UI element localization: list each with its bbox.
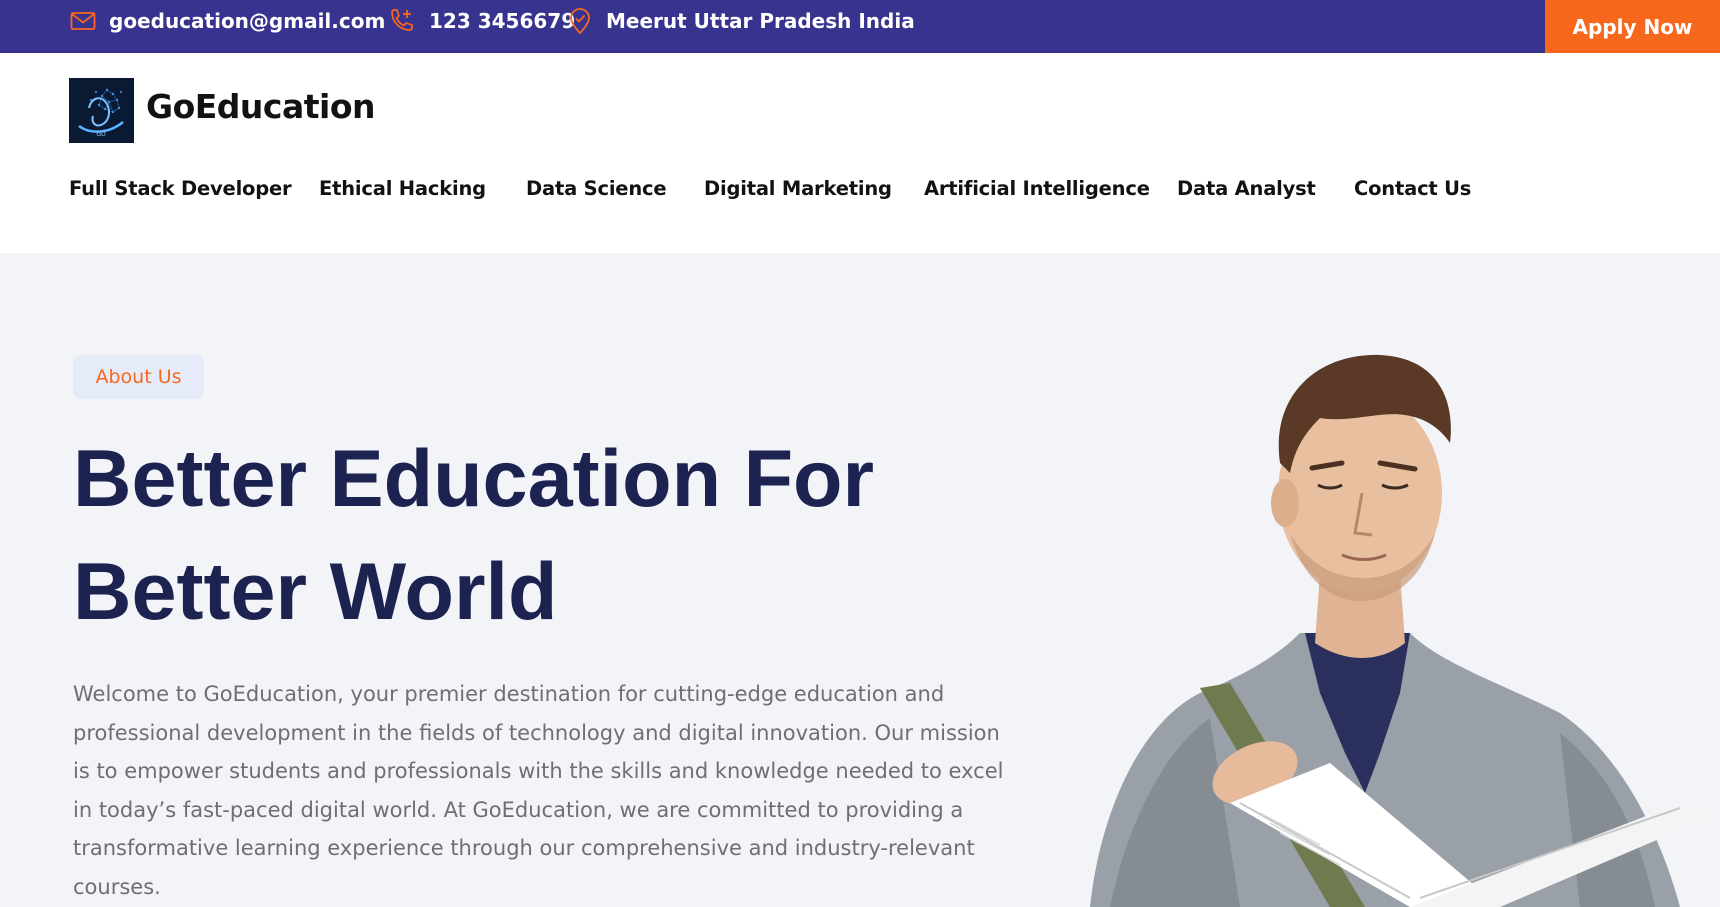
nav-data-analyst[interactable]: Data Analyst: [1177, 177, 1316, 200]
phone-contact[interactable]: 123 3456679: [388, 0, 575, 42]
logo-mark-text: GO: [96, 131, 106, 138]
headline-line-1: Better Education For: [73, 434, 875, 524]
intro-paragraph: Welcome to GoEducation, your premier des…: [73, 682, 1004, 899]
email-text[interactable]: goeducation@gmail.com: [109, 9, 385, 33]
phone-plus-icon: [388, 8, 416, 34]
location-pin-icon: [568, 7, 592, 35]
phone-text[interactable]: 123 3456679: [429, 9, 575, 33]
nav-digital-marketing[interactable]: Digital Marketing: [704, 177, 892, 200]
student-reading-book-illustration: [1080, 333, 1720, 907]
nav-data-science[interactable]: Data Science: [526, 177, 667, 200]
top-contact-bar: goeducation@gmail.com 123 3456679 Meerut…: [0, 0, 1720, 53]
apply-now-button[interactable]: Apply Now: [1545, 0, 1720, 53]
location-text: Meerut Uttar Pradesh India: [606, 9, 915, 33]
hero-headline: Better Education For Better World: [73, 423, 973, 649]
nav-artificial-intelligence[interactable]: Artificial Intelligence: [924, 177, 1150, 200]
brand-name[interactable]: GoEducation: [146, 87, 376, 126]
nav-ethical-hacking[interactable]: Ethical Hacking: [319, 177, 486, 200]
site-header: GO GoEducation Full Stack Developer Ethi…: [0, 53, 1720, 253]
brain-head-logo[interactable]: GO: [69, 78, 134, 143]
mail-icon: [70, 11, 96, 31]
nav-full-stack-developer[interactable]: Full Stack Developer: [69, 177, 292, 200]
email-contact[interactable]: goeducation@gmail.com: [70, 0, 385, 42]
location-contact: Meerut Uttar Pradesh India: [568, 0, 915, 42]
headline-line-2: Better World: [73, 547, 558, 637]
nav-contact-us[interactable]: Contact Us: [1354, 177, 1471, 200]
hero-section: About Us Better Education For Better Wor…: [0, 253, 1720, 907]
about-us-badge: About Us: [73, 355, 204, 399]
